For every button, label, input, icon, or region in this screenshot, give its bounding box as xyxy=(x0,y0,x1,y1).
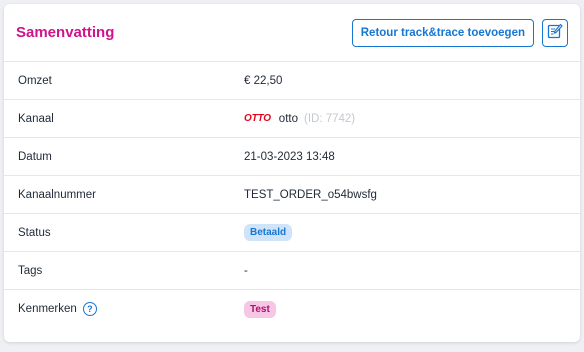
kanaalnummer-value: TEST_ORDER_o54bwsfg xyxy=(244,188,377,201)
kenmerken-label-group: Kenmerken ? xyxy=(4,302,244,316)
row-kenmerken: Kenmerken ? Test xyxy=(4,290,580,328)
kanaal-label: Kanaal xyxy=(18,112,54,125)
kanaal-value-group: OTTO otto (ID: 7742) xyxy=(244,113,355,125)
summary-card: Samenvatting Retour track&trace toevoege… xyxy=(4,4,580,342)
datum-value: 21-03-2023 13:48 xyxy=(244,150,335,163)
row-datum: Datum 21-03-2023 13:48 xyxy=(4,138,580,176)
row-status: Status Betaald xyxy=(4,214,580,252)
row-kanaal: Kanaal OTTO otto (ID: 7742) xyxy=(4,100,580,138)
status-badge: Betaald xyxy=(244,224,293,241)
edit-icon xyxy=(547,23,563,42)
omzet-value: € 22,50 xyxy=(244,74,283,87)
add-return-track-trace-button[interactable]: Retour track&trace toevoegen xyxy=(351,18,534,47)
tags-label: Tags xyxy=(18,264,43,277)
omzet-label: Omzet xyxy=(18,74,52,87)
row-tags: Tags - xyxy=(4,252,580,290)
status-value: Betaald xyxy=(244,224,293,241)
card-header: Samenvatting Retour track&trace toevoege… xyxy=(4,4,580,62)
card-title: Samenvatting xyxy=(16,24,115,41)
kanaal-id: (ID: 7742) xyxy=(303,112,356,125)
kenmerken-value: Test xyxy=(244,300,276,318)
tags-value: - xyxy=(244,264,248,277)
status-label: Status xyxy=(18,226,51,239)
row-omzet: Omzet € 22,50 xyxy=(4,62,580,100)
kenmerk-badge: Test xyxy=(244,300,276,318)
kenmerken-label: Kenmerken xyxy=(18,303,77,315)
row-kanaalnummer: Kanaalnummer TEST_ORDER_o54bwsfg xyxy=(4,176,580,214)
help-icon[interactable]: ? xyxy=(82,302,97,316)
kanaalnummer-label: Kanaalnummer xyxy=(18,188,96,201)
kanaal-value: otto xyxy=(278,112,298,125)
otto-logo: OTTO xyxy=(244,113,271,124)
edit-button[interactable] xyxy=(542,18,568,47)
datum-label: Datum xyxy=(18,150,52,163)
